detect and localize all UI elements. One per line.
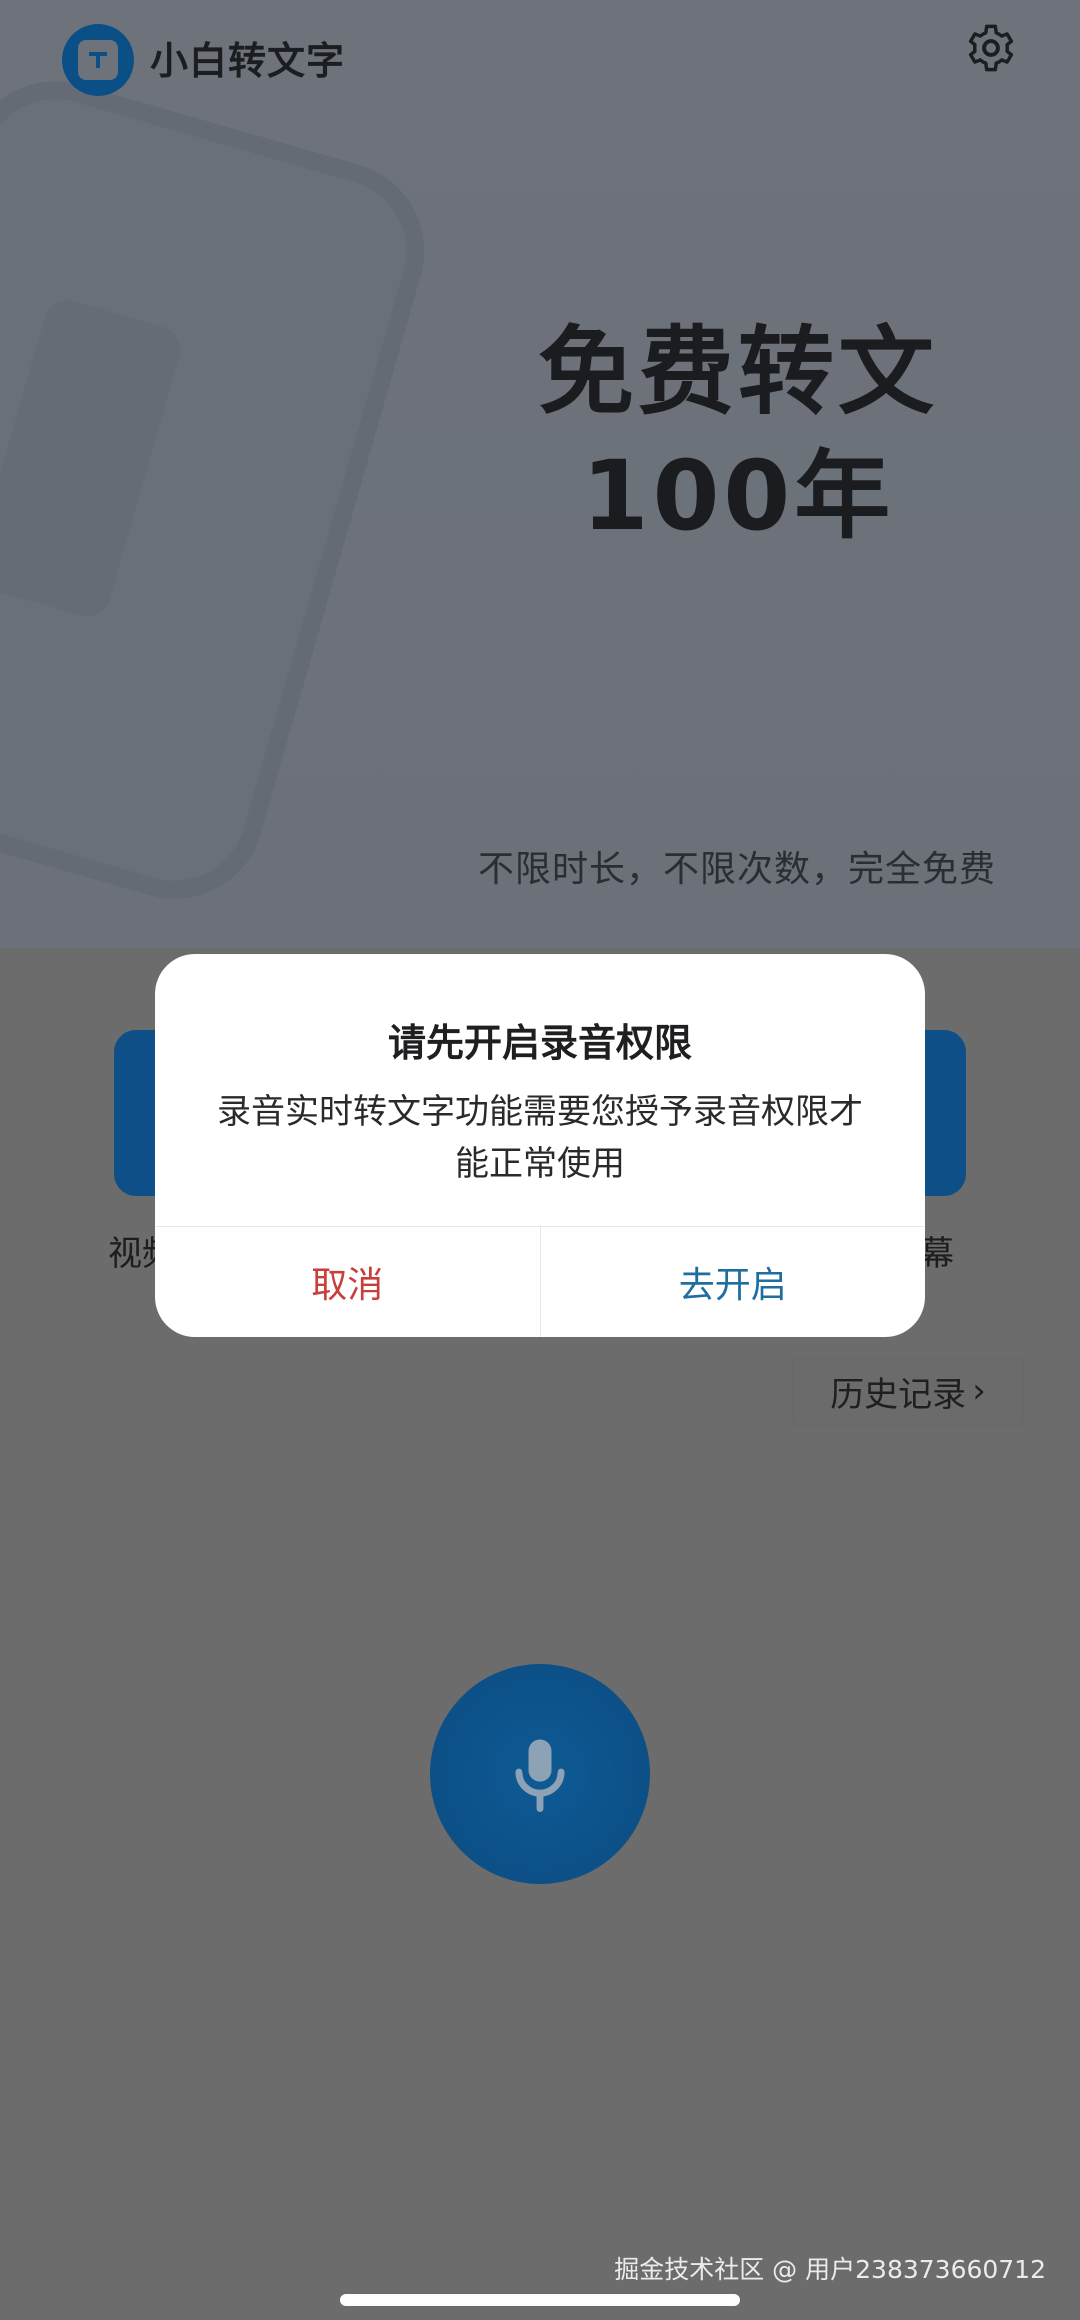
dialog-cancel-button[interactable]: 取消 <box>155 1227 541 1337</box>
home-indicator[interactable] <box>340 2294 740 2306</box>
history-label: 历史记录 <box>830 1374 967 1415</box>
app-logo-t-icon <box>89 52 107 68</box>
gear-icon <box>968 24 1014 72</box>
hero-subtitle: 不限时长，不限次数，完全免费 <box>477 849 996 890</box>
top-bar: 小白转文字 <box>0 0 1080 120</box>
hero-headline: 免费转文 100年 <box>478 310 998 558</box>
chevron-right-icon: › <box>972 1371 986 1411</box>
dialog-message: 录音实时转文字功能需要您授予录音权限才能正常使用 <box>217 1092 863 1184</box>
dialog-actions: 取消 去开启 <box>155 1226 925 1337</box>
settings-button[interactable] <box>965 22 1017 74</box>
microphone-icon <box>515 1739 565 1812</box>
watermark-text: 掘金技术社区 @ 用户238373660712 <box>614 2255 1046 2284</box>
record-button[interactable] <box>430 1664 650 1884</box>
dialog-title: 请先开启录音权限 <box>387 1021 692 1065</box>
hero-phone-illustration <box>0 59 446 921</box>
hero-headline-line-1: 免费转文 <box>538 316 938 428</box>
dialog-confirm-button[interactable]: 去开启 <box>541 1227 926 1337</box>
hero-headline-line-2: 100年 <box>581 440 895 552</box>
app-logo-icon <box>62 24 134 96</box>
hero-phone-glyph <box>0 294 186 622</box>
permission-dialog: 请先开启录音权限 录音实时转文字功能需要您授予录音权限才能正常使用 取消 去开启 <box>155 954 925 1337</box>
app-logo-inner <box>78 40 118 80</box>
app-screen: 小白转文字 免费转文 100年 不限时长，不限次数，完全免费 视频 幕 历史记录… <box>0 0 1080 2320</box>
feature-subtitle-label: 幕 <box>920 1234 954 1274</box>
history-button[interactable]: 历史记录 › <box>792 1356 1024 1426</box>
hero-banner: 小白转文字 免费转文 100年 不限时长，不限次数，完全免费 <box>0 0 1080 948</box>
app-title: 小白转文字 <box>150 39 346 83</box>
